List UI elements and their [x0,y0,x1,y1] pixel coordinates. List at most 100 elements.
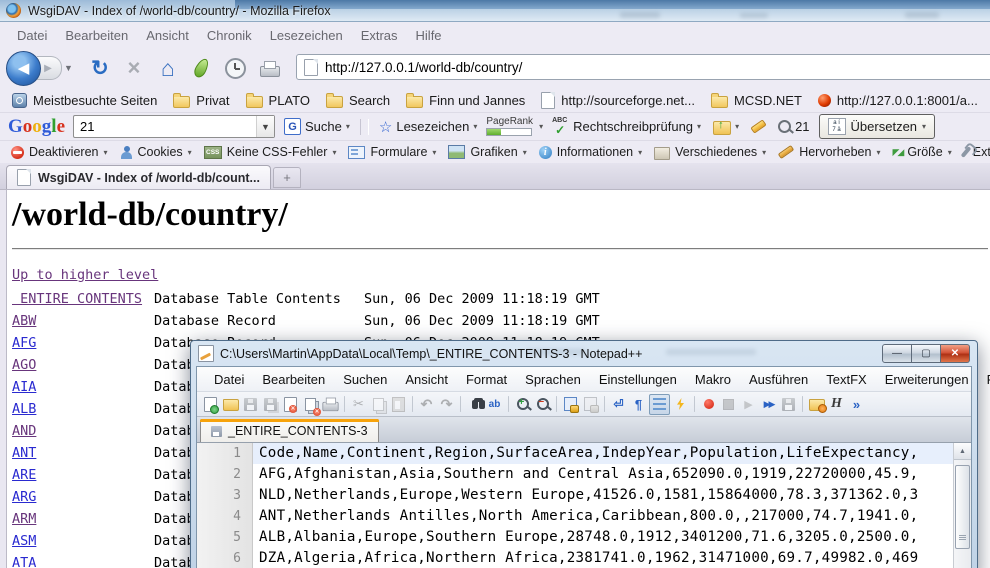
notepad-menu-item[interactable]: Bearbeiten [253,370,334,389]
save-macro-icon[interactable] [779,395,798,414]
save-all-icon[interactable] [261,395,280,414]
record-link[interactable]: AIA [12,379,36,395]
h-plugin-icon[interactable] [827,395,846,414]
google-search-box[interactable]: 21 ▼ [73,115,275,138]
url-text[interactable]: http://127.0.0.1/world-db/country/ [325,60,522,75]
scroll-up-icon[interactable]: ▲ [954,443,971,460]
notepad-menu-item[interactable]: Format [457,370,516,389]
notepad-menu-item[interactable]: Sprachen [516,370,590,389]
record-link[interactable]: ARM [12,511,36,527]
devbar-item[interactable]: Informationen ▾ [534,144,647,160]
menu-item[interactable]: Ansicht [137,25,198,46]
open-file-icon[interactable] [221,395,240,414]
bookmark-item[interactable]: http://sourceforge.net... [535,90,701,111]
record-link[interactable]: ENTIRE CONTENTS [12,291,142,307]
history-clock-button[interactable] [221,53,251,83]
close-file-icon[interactable] [281,395,300,414]
stop-button[interactable]: × [119,53,149,83]
bookmark-item[interactable]: Finn und Jannes [400,90,531,110]
notepad-menu-item[interactable]: Datei [205,370,253,389]
notepad-menu-item[interactable]: Ansicht [396,370,457,389]
reload-button[interactable]: ↻ [85,53,115,83]
show-symbols-icon[interactable] [629,395,648,414]
code-line[interactable]: Code,Name,Continent,Region,SurfaceArea,I… [253,443,953,464]
toolbar-overflow-icon[interactable] [847,395,866,414]
minimize-button[interactable]: — [882,344,912,363]
devbar-item[interactable]: Formulare ▾ [343,144,441,160]
firefox-titlebar[interactable]: WsgiDAV - Index of /world-db/country/ - … [0,0,990,22]
save-icon[interactable] [241,395,260,414]
record-link[interactable]: ANT [12,445,36,461]
separator[interactable] [412,396,413,412]
record-link[interactable]: ARE [12,467,36,483]
notepad-tab[interactable]: _ENTIRE_CONTENTS-3 [200,419,379,442]
separator[interactable] [802,396,803,412]
tab-wsgidav[interactable]: WsgiDAV - Index of /world-db/count... [6,165,271,189]
send-to-button[interactable]: ▾ [710,116,742,137]
google-search-value[interactable]: 21 [74,119,256,134]
devbar-item[interactable]: Größe ▾ [887,144,956,160]
menu-item[interactable]: Datei [8,25,56,46]
pagerank-dropdown-icon[interactable]: ▾ [539,122,543,131]
devbar-item[interactable]: Extras ▾ [959,144,990,160]
run-macro-multi-icon[interactable] [759,395,778,414]
close-button[interactable]: ✕ [941,344,970,363]
separator[interactable] [344,396,345,412]
sage-leaf-button[interactable] [187,53,217,83]
devbar-item[interactable]: Verschiedenes ▾ [649,144,771,161]
print-icon[interactable] [321,395,340,414]
record-macro-icon[interactable] [699,395,718,414]
redo-icon[interactable] [437,395,456,414]
zoom-out-icon[interactable] [533,395,552,414]
separator[interactable] [604,396,605,412]
stop-macro-icon[interactable] [719,395,738,414]
close-all-icon[interactable] [301,395,320,414]
paste-icon[interactable] [389,395,408,414]
separator[interactable] [508,396,509,412]
devbar-item[interactable]: Keine CSS-Fehler ▾ [199,144,342,160]
notepad-menu-item[interactable]: Erweiterungen [876,370,978,389]
back-button[interactable]: ◀ [6,51,41,86]
code-line[interactable]: ALB,Albania,Europe,Southern Europe,28748… [253,527,953,548]
notepad-menu-item[interactable]: Suchen [334,370,396,389]
record-link[interactable]: ATA [12,555,36,568]
find-icon[interactable] [465,395,484,414]
bookmark-item[interactable]: Search [320,90,396,110]
notepad-menu-item[interactable]: Makro [686,370,740,389]
cut-icon[interactable] [349,395,368,414]
print-button[interactable] [255,53,285,83]
menu-item[interactable]: Bearbeiten [56,25,137,46]
bookmark-item[interactable]: Meistbesuchte Seiten [6,91,163,110]
notepad-menu-item[interactable]: Ausführen [740,370,817,389]
maximize-button[interactable]: ▢ [912,344,941,363]
menu-item[interactable]: Extras [352,25,407,46]
word-find-button[interactable]: 21 [775,117,812,136]
menu-item[interactable]: Chronik [198,25,261,46]
separator[interactable] [694,396,695,412]
record-link[interactable]: ASM [12,533,36,549]
record-link[interactable]: AFG [12,335,36,351]
devbar-item[interactable]: Cookies ▾ [115,144,197,160]
undo-icon[interactable] [417,395,436,414]
google-search-button[interactable]: G Suche ▾ [281,116,353,137]
replace-icon[interactable] [485,395,504,414]
separator[interactable] [460,396,461,412]
spellcheck-button[interactable]: ABC✓ Rechtschreibprüfung ▾ [549,117,704,136]
notepad-titlebar[interactable]: C:\Users\Martin\AppData\Local\Temp\_ENTI… [196,341,972,366]
new-file-icon[interactable] [201,395,220,414]
vertical-scrollbar[interactable]: ▲ [953,443,971,568]
up-to-higher-level-link[interactable]: Up to higher level [12,267,158,283]
record-link[interactable]: ARG [12,489,36,505]
separator[interactable] [556,396,557,412]
search-dropdown-icon[interactable]: ▼ [256,116,274,137]
bookmark-item[interactable]: MCSD.NET [705,90,808,110]
google-bookmarks-button[interactable]: ☆ Lesezeichen ▾ [376,116,480,138]
translate-button[interactable]: Übersetzen ▾ [819,114,936,139]
pagerank-widget[interactable]: PageRank [486,117,533,136]
sync-horizontal-icon[interactable] [581,395,600,414]
notepad-menu-item[interactable]: Fenster [978,370,990,389]
record-link[interactable]: AGO [12,357,36,373]
notepad-menu-item[interactable]: Einstellungen [590,370,686,389]
function-hint-icon[interactable] [671,395,690,414]
zoom-in-icon[interactable] [513,395,532,414]
